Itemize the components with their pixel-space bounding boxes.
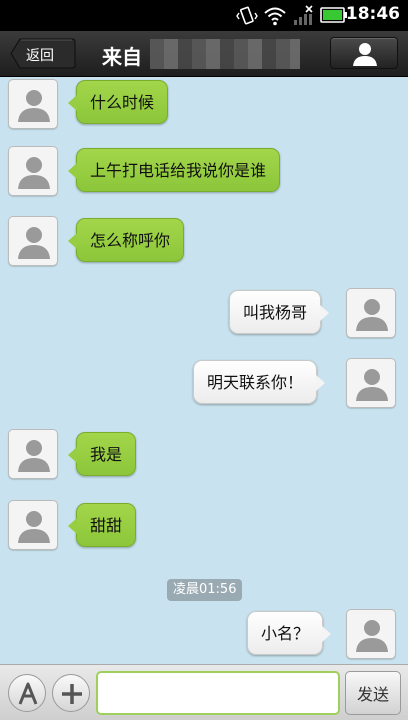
message-bubble-incoming[interactable]: 上午打电话给我说你是谁 <box>67 148 281 192</box>
back-button[interactable]: 返回 <box>10 38 76 69</box>
font-a-button[interactable] <box>8 674 46 712</box>
contact-avatar[interactable] <box>8 146 58 196</box>
page-title: 来自 <box>102 45 142 69</box>
message-timestamp: 凌晨01:56 <box>167 579 243 601</box>
status-time: 18:46 <box>345 4 400 24</box>
add-button[interactable] <box>52 674 90 712</box>
wifi-icon <box>263 5 287 31</box>
input-bar: 发送 <box>0 664 408 720</box>
profile-button[interactable] <box>330 37 398 69</box>
message-bubble-outgoing[interactable]: 小名？ <box>247 611 332 655</box>
contact-avatar[interactable] <box>8 500 58 550</box>
contact-avatar[interactable] <box>8 79 58 129</box>
title-bar: 返回 来自 <box>0 31 408 77</box>
chat-area[interactable]: 什么时候 上午打电话给我说你是谁 怎么称呼你 叫我杨哥 明天联系你！ 我是 甜甜… <box>0 77 408 664</box>
redacted-contact-name <box>150 39 300 69</box>
my-avatar[interactable] <box>346 358 396 408</box>
contact-avatar[interactable] <box>8 216 58 266</box>
message-bubble-outgoing[interactable]: 明天联系你！ <box>193 360 326 404</box>
message-bubble-incoming[interactable]: 怎么称呼你 <box>67 218 185 262</box>
vibrate-icon <box>236 5 258 31</box>
message-input[interactable] <box>96 671 340 715</box>
message-bubble-outgoing[interactable]: 叫我杨哥 <box>229 290 330 334</box>
signal-icon <box>292 5 316 31</box>
back-button-label: 返回 <box>26 48 54 64</box>
my-avatar[interactable] <box>346 288 396 338</box>
my-avatar[interactable] <box>346 609 396 659</box>
send-button[interactable]: 发送 <box>345 671 401 715</box>
contact-avatar[interactable] <box>8 429 58 479</box>
message-bubble-incoming[interactable]: 甜甜 <box>67 503 137 547</box>
message-bubble-incoming[interactable]: 我是 <box>67 432 137 476</box>
message-bubble-incoming[interactable]: 什么时候 <box>67 80 169 124</box>
battery-icon <box>320 7 348 27</box>
status-bar: 18:46 <box>0 0 408 31</box>
